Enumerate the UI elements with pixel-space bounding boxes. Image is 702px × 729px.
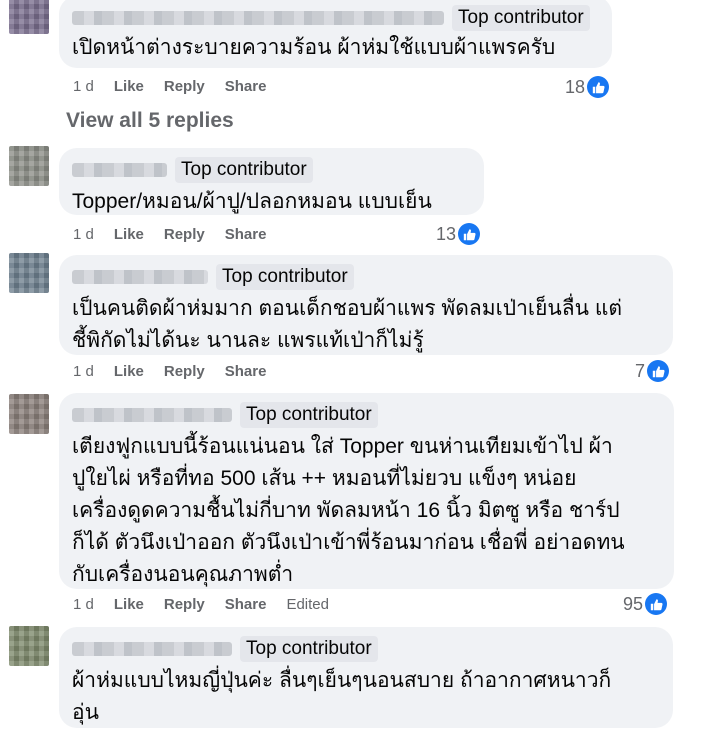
reaction-number: 7 xyxy=(635,360,646,381)
top-contributor-badge: Top contributor xyxy=(216,264,354,290)
comment-header: Top contributor xyxy=(72,402,661,428)
comment-actions: 1 d Like Reply Share xyxy=(73,363,286,380)
comment-actions: 1 d Like Reply Share Edited xyxy=(73,596,349,613)
comment-header: Top contributor xyxy=(72,157,471,183)
comment-text: เปิดหน้าต่างระบายความร้อน ผ้าห่มใช้แบบผ้… xyxy=(72,36,556,59)
avatar[interactable] xyxy=(9,0,49,34)
comment-time[interactable]: 1 d xyxy=(73,363,94,380)
avatar[interactable] xyxy=(9,626,49,666)
edited-label: Edited xyxy=(286,596,329,613)
comment-actions: 1 d Like Reply Share xyxy=(73,78,286,95)
avatar[interactable] xyxy=(9,394,49,434)
reply-button[interactable]: Reply xyxy=(164,78,205,95)
author-name[interactable] xyxy=(72,11,444,25)
reaction-number: 13 xyxy=(436,223,457,244)
thumbs-up-icon xyxy=(458,223,481,245)
comment-bubble: Top contributor เป็นคนติดผ้าห่มมาก ตอนเด… xyxy=(59,255,673,355)
comment-text: Topper/หมอน/ผ้าปู/ปลอกหมอน แบบเย็น xyxy=(72,190,432,213)
reaction-count[interactable]: 13 xyxy=(436,223,481,245)
author-name[interactable] xyxy=(72,408,232,422)
comment-header: Top contributor xyxy=(72,264,660,290)
reply-button[interactable]: Reply xyxy=(164,226,205,243)
comment-text: เป็นคนติดผ้าห่มมาก ตอนเด็กชอบผ้าแพร พัดล… xyxy=(72,297,622,352)
comment-header: Top contributor xyxy=(72,636,660,662)
comment-text: ผ้าห่มแบบไหมญี่ปุ่นค่ะ ลื่นๆเย็นๆนอนสบาย… xyxy=(72,669,612,724)
comment-time[interactable]: 1 d xyxy=(73,596,94,613)
thumbs-up-icon xyxy=(647,360,670,382)
like-button[interactable]: Like xyxy=(114,78,144,95)
top-contributor-badge: Top contributor xyxy=(452,5,590,31)
share-button[interactable]: Share xyxy=(225,226,267,243)
reaction-count[interactable]: 18 xyxy=(565,76,610,98)
reply-button[interactable]: Reply xyxy=(164,363,205,380)
like-button[interactable]: Like xyxy=(114,363,144,380)
share-button[interactable]: Share xyxy=(225,596,267,613)
reaction-number: 95 xyxy=(623,593,644,614)
author-name[interactable] xyxy=(72,163,167,177)
comment-time[interactable]: 1 d xyxy=(73,226,94,243)
avatar[interactable] xyxy=(9,146,49,186)
like-button[interactable]: Like xyxy=(114,596,144,613)
thumbs-up-icon xyxy=(587,76,610,98)
like-button[interactable]: Like xyxy=(114,226,144,243)
reaction-number: 18 xyxy=(565,76,586,97)
top-contributor-badge: Top contributor xyxy=(240,636,378,662)
reaction-count[interactable]: 7 xyxy=(635,360,670,382)
top-contributor-badge: Top contributor xyxy=(240,402,378,428)
reaction-count[interactable]: 95 xyxy=(623,593,668,615)
comment-time[interactable]: 1 d xyxy=(73,78,94,95)
comment-header: Top contributor xyxy=(72,5,599,31)
thumbs-up-icon xyxy=(645,593,668,615)
avatar[interactable] xyxy=(9,253,49,293)
comment-text: เตียงฟูกแบบนี้ร้อนแน่นอน ใส่ Topper ขนห่… xyxy=(72,435,625,586)
top-contributor-badge: Top contributor xyxy=(175,157,313,183)
author-name[interactable] xyxy=(72,270,208,284)
comment-bubble: Top contributor Topper/หมอน/ผ้าปู/ปลอกหม… xyxy=(59,148,484,215)
share-button[interactable]: Share xyxy=(225,363,267,380)
view-all-replies-link[interactable]: View all 5 replies xyxy=(66,109,234,133)
reply-button[interactable]: Reply xyxy=(164,596,205,613)
share-button[interactable]: Share xyxy=(225,78,267,95)
comment-bubble: Top contributor เตียงฟูกแบบนี้ร้อนแน่นอน… xyxy=(59,393,674,589)
comment-bubble: Top contributor เปิดหน้าต่างระบายความร้อ… xyxy=(59,0,612,68)
comment-bubble: Top contributor ผ้าห่มแบบไหมญี่ปุ่นค่ะ ล… xyxy=(59,627,673,728)
author-name[interactable] xyxy=(72,642,232,656)
comment-actions: 1 d Like Reply Share xyxy=(73,226,286,243)
